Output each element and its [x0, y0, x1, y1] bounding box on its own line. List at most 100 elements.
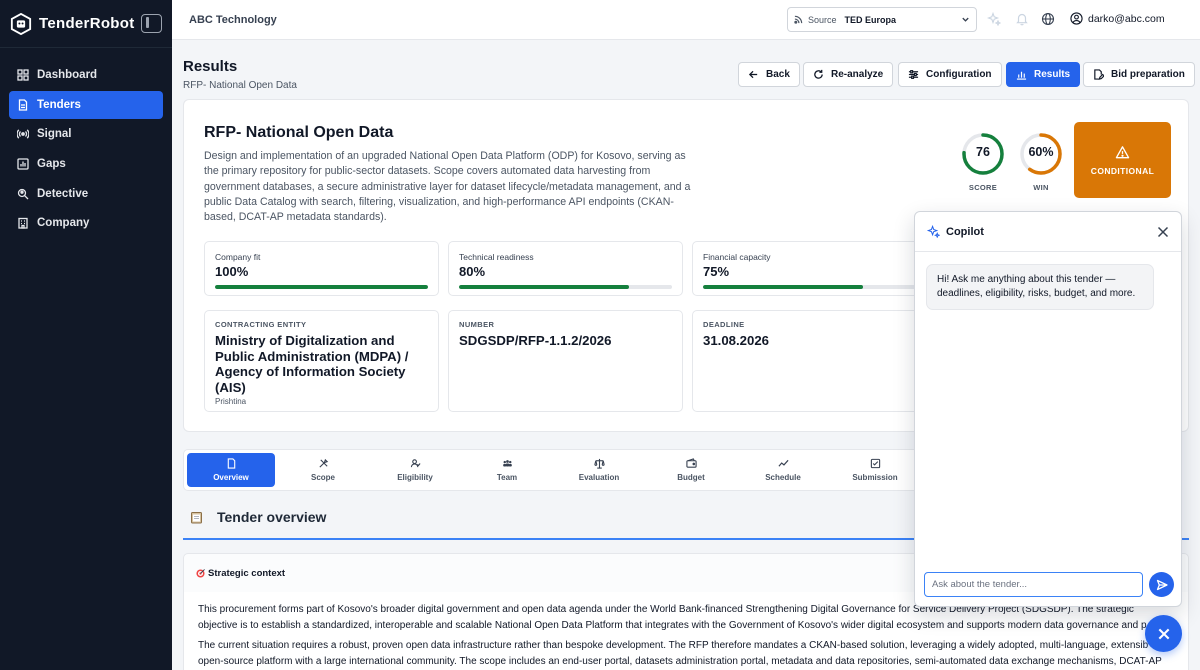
sidebar-item-gaps[interactable]: Gaps — [9, 150, 163, 178]
contracting-entity-card: CONTRACTING ENTITY Ministry of Digitaliz… — [204, 310, 439, 412]
send-button[interactable] — [1149, 572, 1174, 597]
assistant-message: Hi! Ask me anything about this tender — … — [926, 264, 1154, 310]
sidebar-toggle-button[interactable] — [141, 14, 162, 33]
metric-company-fit: Company fit 100% — [204, 241, 439, 296]
results-button[interactable]: Results — [1006, 62, 1081, 87]
metric-value: 80% — [459, 264, 486, 279]
tab-label: Submission — [852, 473, 898, 482]
progress-fill — [459, 285, 630, 289]
copilot-close-fab[interactable] — [1145, 615, 1182, 652]
source-label: Source — [808, 14, 837, 25]
score-value: 76 — [976, 145, 990, 159]
sidebar-item-label: Detective — [37, 187, 89, 200]
warning-icon — [1115, 145, 1130, 158]
sidebar-item-label: Signal — [37, 128, 72, 141]
chevron-down-icon — [962, 17, 969, 22]
metric-technical-readiness: Technical readiness 80% — [448, 241, 683, 296]
tab-evaluation[interactable]: Evaluation — [555, 453, 643, 487]
tab-label: Schedule — [765, 473, 801, 482]
page-title: Results — [183, 58, 238, 75]
close-icon[interactable] — [1157, 226, 1169, 238]
copilot-panel: Copilot Hi! Ask me anything about this t… — [914, 211, 1182, 607]
configuration-button[interactable]: Configuration — [898, 62, 1002, 87]
sidebar-nav: Dashboard Tenders Signal Gaps Detective … — [0, 48, 172, 252]
clipboard-icon — [191, 512, 202, 524]
organization-name: ABC Technology — [189, 13, 277, 26]
tab-label: Eligibility — [397, 473, 433, 482]
sidebar-item-signal[interactable]: Signal — [9, 120, 163, 148]
tab-team[interactable]: Team — [463, 453, 551, 487]
verdict-label: CONDITIONAL — [1090, 165, 1155, 176]
copilot-title: Copilot — [946, 225, 984, 238]
number-card: NUMBER SDGSDP/RFP-1.1.2/2026 — [448, 310, 683, 412]
tab-label: Evaluation — [578, 473, 620, 482]
sparkle-icon[interactable] — [987, 12, 1001, 26]
brand-name: TenderRobot — [39, 15, 135, 32]
file-edit-icon — [1094, 69, 1104, 80]
tab-schedule[interactable]: Schedule — [739, 453, 827, 487]
user-email: darko@abc.com — [1088, 12, 1165, 25]
reanalyze-button-label: Re-analyze — [831, 69, 884, 80]
sidebar-item-label: Company — [37, 217, 90, 230]
metric-label: Company fit — [215, 252, 261, 262]
metric-value: 100% — [215, 264, 249, 279]
tab-submission[interactable]: Submission — [831, 453, 919, 487]
target-icon — [196, 568, 205, 578]
globe-icon[interactable] — [1041, 12, 1055, 26]
search-people-icon — [17, 188, 29, 200]
info-location: Prishtina — [215, 397, 247, 406]
bid-preparation-button-label: Bid preparation — [1111, 69, 1185, 80]
user-menu[interactable]: darko@abc.com — [1070, 12, 1165, 25]
info-label: CONTRACTING ENTITY — [215, 320, 307, 329]
progress-track — [459, 285, 672, 289]
configuration-button-label: Configuration — [926, 69, 992, 80]
page-subtitle: RFP- National Open Data — [183, 80, 297, 91]
chart-icon — [17, 158, 29, 170]
sidebar: TenderRobot Dashboard Tenders Signal Gap… — [0, 0, 172, 670]
bid-preparation-button[interactable]: Bid preparation — [1083, 62, 1195, 87]
sidebar-item-label: Gaps — [37, 158, 66, 171]
section-title: Tender overview — [217, 509, 327, 525]
metric-financial-capacity: Financial capacity 75% — [692, 241, 927, 296]
sidebar-item-label: Dashboard — [37, 69, 98, 81]
document-icon — [227, 458, 235, 469]
info-value: Ministry of Digitalization and Public Ad… — [215, 333, 409, 395]
reanalyze-button[interactable]: Re-analyze — [803, 62, 894, 87]
win-value: 60% — [1028, 145, 1054, 159]
back-button-label: Back — [766, 69, 790, 80]
tab-overview[interactable]: Overview — [187, 453, 275, 487]
info-value: SDGSDP/RFP-1.1.2/2026 — [459, 333, 612, 348]
sidebar-item-dashboard[interactable]: Dashboard — [9, 61, 163, 89]
sidebar-item-company[interactable]: Company — [9, 209, 163, 237]
progress-track — [215, 285, 428, 289]
progress-track — [703, 285, 916, 289]
sliders-icon — [908, 70, 919, 79]
copilot-input[interactable] — [924, 572, 1143, 597]
team-icon — [502, 460, 512, 467]
tender-description: Design and implementation of an upgraded… — [204, 150, 691, 224]
score-gauge: 76 SCORE — [961, 132, 1005, 192]
tender-title: RFP- National Open Data — [204, 124, 394, 141]
back-button[interactable]: Back — [738, 62, 800, 87]
arrow-left-icon — [748, 70, 758, 79]
tab-scope[interactable]: Scope — [279, 453, 367, 487]
sidebar-item-tenders[interactable]: Tenders — [9, 90, 163, 119]
result-tabs: Overview Scope Eligibility Team Evaluati… — [183, 449, 923, 491]
top-bar: ABC Technology Source TED Europa darko@a… — [172, 0, 1200, 40]
context-title: Strategic context — [208, 567, 286, 579]
metric-label: Technical readiness — [459, 252, 534, 262]
wallet-icon — [685, 458, 697, 468]
close-icon — [1158, 628, 1169, 639]
progress-fill — [215, 285, 428, 289]
brand: TenderRobot — [0, 0, 172, 48]
sidebar-item-detective[interactable]: Detective — [9, 180, 163, 208]
bell-icon[interactable] — [1015, 12, 1029, 26]
bar-chart-icon — [1016, 71, 1027, 80]
win-gauge: 60% WIN — [1019, 132, 1063, 192]
copilot-header: Copilot — [915, 212, 1181, 252]
tab-budget[interactable]: Budget — [647, 453, 735, 487]
source-select[interactable]: Source TED Europa — [787, 7, 977, 32]
metric-label: Financial capacity — [703, 252, 771, 262]
win-label: WIN — [1033, 183, 1049, 192]
tab-eligibility[interactable]: Eligibility — [371, 453, 459, 487]
